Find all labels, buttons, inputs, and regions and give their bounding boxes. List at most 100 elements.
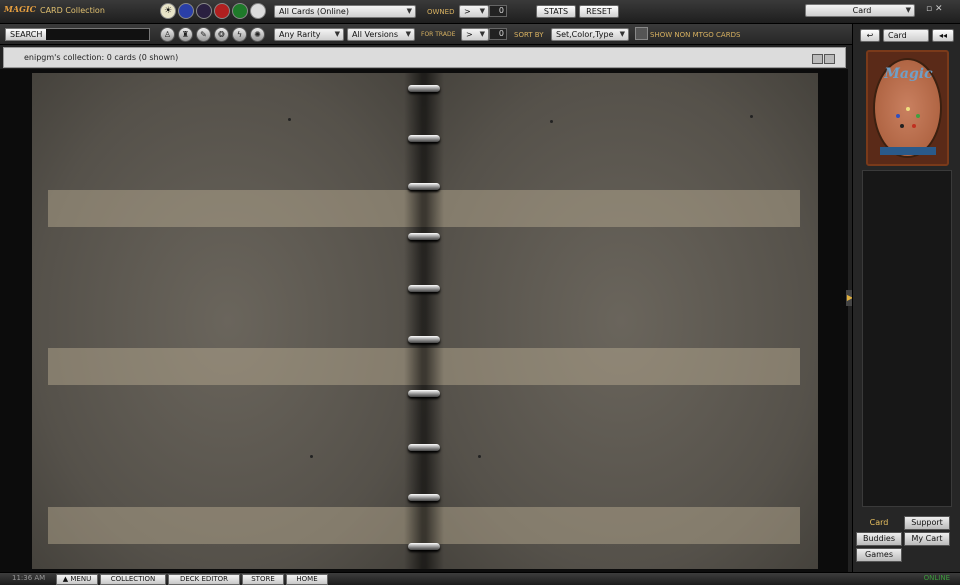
binder-right-page (424, 73, 818, 569)
app-title: CARD Collection (40, 6, 105, 15)
collection-filter-dropdown[interactable]: All Cards (Online) ▼ (274, 5, 416, 18)
tab-buddies[interactable]: Buddies (856, 532, 902, 546)
binder-ring (408, 233, 440, 240)
binder-view-icon[interactable] (824, 54, 835, 64)
for-trade-operator-value: > (466, 30, 473, 39)
versions-value: All Versions (352, 30, 399, 39)
green-mana-filter-icon[interactable] (232, 3, 248, 19)
view-select-dropdown[interactable]: Card ▼ (805, 4, 915, 17)
filter-toolbar: SEARCH ♙ ♜ ✎ ❂ ϟ ✺ Any Rarity ▼ All Vers… (0, 24, 852, 45)
card-back-banner (880, 147, 936, 155)
red-mana-filter-icon[interactable] (214, 3, 230, 19)
chevron-down-icon: ▼ (405, 30, 411, 38)
binder-ring (408, 135, 440, 142)
card-back-title: Magic (884, 66, 933, 82)
tab-support[interactable]: Support (904, 516, 950, 530)
binder-ring (408, 444, 440, 451)
chevron-down-icon: ▼ (479, 30, 485, 38)
page-speck (310, 455, 313, 458)
collection-summary-bar: enipgm's collection: 0 cards (0 shown) (3, 47, 846, 68)
artifact-type-filter-icon[interactable]: ♜ (178, 27, 193, 42)
chevron-down-icon: ▼ (334, 30, 340, 38)
for-trade-quantity-field[interactable]: 0 (489, 28, 507, 40)
reset-button[interactable]: RESET (579, 5, 619, 18)
owned-label: OWNED (427, 8, 455, 16)
binder-ring (408, 494, 440, 501)
owned-operator-dropdown[interactable]: > ▼ (459, 5, 489, 18)
binder-ring (408, 285, 440, 292)
green-mana-dot-icon (916, 114, 920, 118)
view-select-value: Card (852, 6, 872, 15)
top-toolbar: MAGIC CARD Collection ☀ All Cards (Onlin… (0, 0, 960, 24)
nav-store-button[interactable]: STORE (242, 574, 284, 585)
close-icon[interactable]: ✕ (935, 4, 943, 14)
page-speck (288, 118, 291, 121)
bottom-taskbar: 11:36 AM ▲ MENU COLLECTION DECK EDITOR S… (0, 572, 960, 585)
back-arrow-icon[interactable]: ↩ (860, 29, 880, 42)
binder-ring (408, 336, 440, 343)
binder-ring (408, 543, 440, 550)
rewind-icon[interactable]: ◂◂ (932, 29, 954, 42)
connection-status: ONLINE (923, 574, 950, 582)
chevron-down-icon: ▼ (905, 6, 911, 14)
blue-mana-dot-icon (896, 114, 900, 118)
view-mode-toggle (811, 52, 837, 64)
rarity-dropdown[interactable]: Any Rarity ▼ (274, 28, 344, 41)
colorless-mana-filter-icon[interactable] (250, 3, 266, 19)
show-non-mtgo-checkbox[interactable] (635, 27, 648, 40)
enchantment-type-filter-icon[interactable]: ✎ (196, 27, 211, 42)
tab-card[interactable]: Card (856, 516, 902, 530)
sorcery-type-filter-icon[interactable]: ❂ (214, 27, 229, 42)
nav-collection-button[interactable]: COLLECTION (100, 574, 166, 585)
binder-ring (408, 390, 440, 397)
clock: 11:36 AM (12, 574, 46, 582)
page-speck (478, 455, 481, 458)
chevron-down-icon: ▼ (406, 7, 412, 15)
for-trade-label: FOR TRADE (421, 31, 456, 38)
chevron-down-icon: ▼ (479, 7, 485, 15)
binder-ring (408, 183, 440, 190)
blue-mana-filter-icon[interactable] (178, 3, 194, 19)
collection-summary: enipgm's collection: 0 cards (0 shown) (24, 53, 179, 62)
black-mana-filter-icon[interactable] (196, 3, 212, 19)
binder-left-page (32, 73, 424, 569)
menu-label: MENU (70, 575, 92, 583)
white-mana-dot-icon (906, 107, 910, 111)
card-back-preview: Magic (866, 50, 949, 166)
binder-ring (408, 85, 440, 92)
sort-by-value: Set,Color,Type (556, 30, 614, 39)
window-controls: ▫ ✕ (926, 4, 956, 18)
chevron-down-icon: ▼ (619, 30, 625, 38)
tab-my-cart[interactable]: My Cart (904, 532, 950, 546)
stats-button[interactable]: STATS (536, 5, 576, 18)
minimize-icon[interactable]: ▫ (926, 4, 932, 14)
page-speck (550, 120, 553, 123)
for-trade-operator-dropdown[interactable]: > ▼ (461, 28, 489, 41)
sort-by-dropdown[interactable]: Set,Color,Type ▼ (551, 28, 629, 41)
nav-deck-editor-button[interactable]: DECK EDITOR (168, 574, 240, 585)
rarity-value: Any Rarity (279, 30, 321, 39)
search-label: SEARCH (6, 29, 47, 40)
list-view-icon[interactable] (812, 54, 823, 64)
tab-games[interactable]: Games (856, 548, 902, 562)
show-non-mtgo-label: SHOW NON MTGO CARDS (650, 31, 741, 39)
nav-home-button[interactable]: HOME (286, 574, 328, 585)
card-preview-select-value: Card (888, 31, 907, 40)
sort-by-label: SORT BY (514, 31, 544, 39)
owned-quantity-field[interactable]: 0 (489, 5, 507, 17)
right-panel-list (862, 170, 952, 507)
white-mana-filter-icon[interactable]: ☀ (160, 3, 176, 19)
menu-arrow-icon: ▲ (62, 575, 69, 583)
black-mana-dot-icon (900, 124, 904, 128)
owned-operator-value: > (464, 7, 471, 16)
magic-logo: MAGIC (4, 4, 37, 14)
menu-button[interactable]: ▲ MENU (56, 574, 98, 585)
search-input[interactable]: SEARCH (5, 28, 150, 41)
instant-type-filter-icon[interactable]: ϟ (232, 27, 247, 42)
creature-type-filter-icon[interactable]: ♙ (160, 27, 175, 42)
card-preview-select[interactable]: Card (883, 29, 929, 42)
collection-filter-value: All Cards (Online) (279, 7, 349, 16)
land-type-filter-icon[interactable]: ✺ (250, 27, 265, 42)
versions-dropdown[interactable]: All Versions ▼ (347, 28, 415, 41)
red-mana-dot-icon (912, 124, 916, 128)
